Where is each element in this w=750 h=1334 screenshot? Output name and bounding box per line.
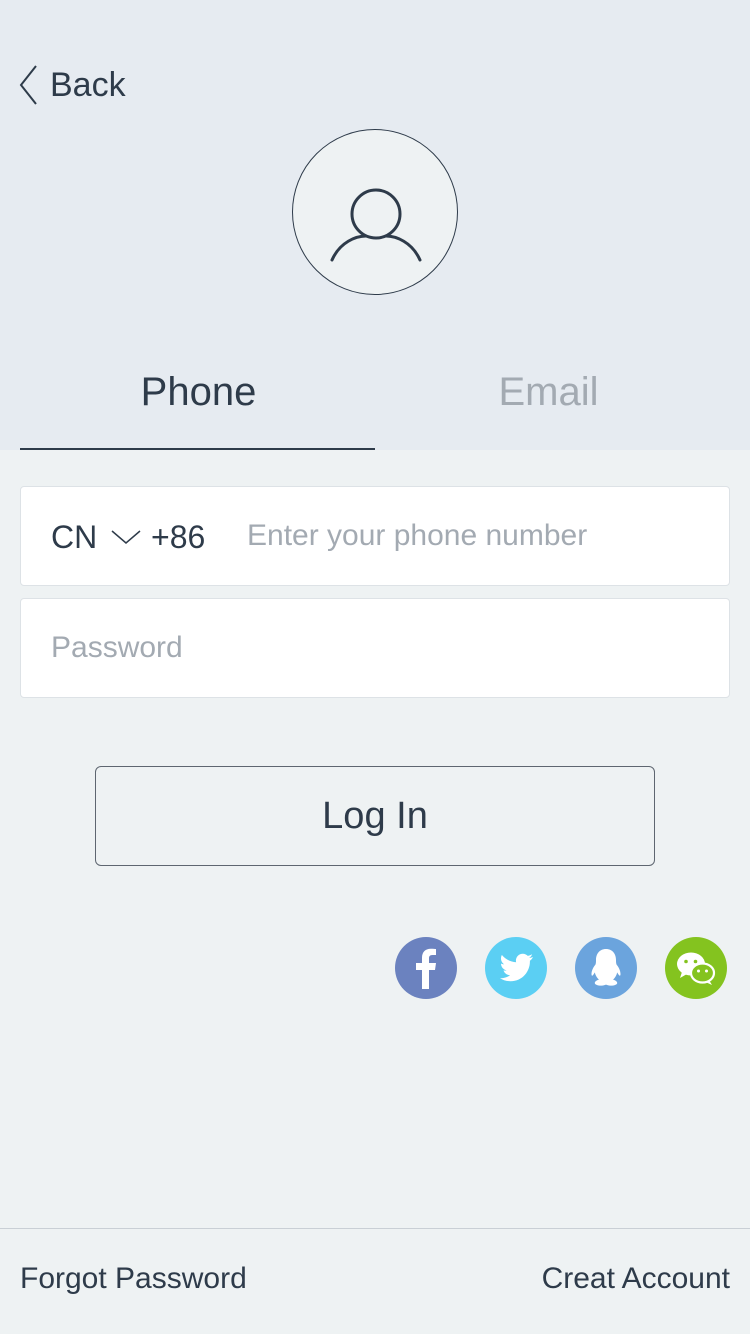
login-button[interactable]: Log In (95, 766, 655, 866)
dial-code: +86 (151, 519, 206, 555)
chevron-down-icon (111, 530, 141, 544)
tab-phone[interactable]: Phone (11, 370, 386, 426)
chevron-left-icon (19, 65, 37, 105)
phone-field: CN +86 (20, 486, 730, 586)
header: Back Phone Email (0, 0, 750, 450)
back-label: Back (50, 65, 126, 104)
create-account-link[interactable]: Creat Account (542, 1262, 730, 1296)
footer-divider (0, 1228, 750, 1229)
wechat-icon (665, 937, 727, 999)
country-selector[interactable]: CN (51, 487, 141, 587)
country-code: CN (51, 518, 98, 555)
password-field (20, 598, 730, 698)
twitter-icon (485, 937, 547, 999)
wechat-login-button[interactable] (665, 937, 727, 999)
facebook-icon (395, 937, 457, 999)
back-button[interactable]: Back (18, 64, 126, 106)
forgot-password-link[interactable]: Forgot Password (20, 1262, 247, 1296)
active-tab-indicator (20, 448, 375, 450)
qq-login-button[interactable] (575, 937, 637, 999)
avatar[interactable] (292, 129, 458, 295)
qq-icon (575, 937, 637, 999)
user-icon (330, 188, 422, 262)
password-input[interactable] (51, 599, 711, 697)
tab-email[interactable]: Email (361, 370, 736, 426)
twitter-login-button[interactable] (485, 937, 547, 999)
phone-input[interactable] (247, 487, 717, 585)
facebook-login-button[interactable] (395, 937, 457, 999)
